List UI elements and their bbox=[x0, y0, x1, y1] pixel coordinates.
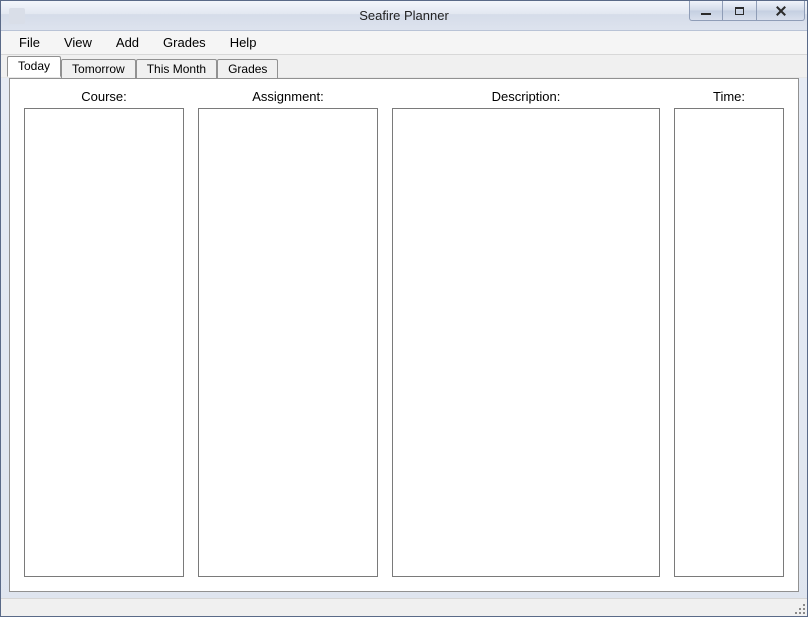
menu-bar: File View Add Grades Help bbox=[1, 31, 807, 55]
resize-grip[interactable] bbox=[793, 602, 805, 614]
minimize-button[interactable] bbox=[689, 1, 723, 21]
column-time: Time: bbox=[674, 89, 784, 577]
menu-grades[interactable]: Grades bbox=[151, 32, 218, 53]
menu-file[interactable]: File bbox=[7, 32, 52, 53]
maximize-icon bbox=[735, 7, 744, 15]
status-bar bbox=[1, 598, 807, 616]
tab-tomorrow[interactable]: Tomorrow bbox=[61, 59, 136, 78]
course-listbox[interactable] bbox=[24, 108, 184, 577]
menu-add[interactable]: Add bbox=[104, 32, 151, 53]
menu-view[interactable]: View bbox=[52, 32, 104, 53]
column-time-label: Time: bbox=[713, 89, 745, 104]
maximize-button[interactable] bbox=[723, 1, 757, 21]
column-course: Course: bbox=[24, 89, 184, 577]
window-title: Seafire Planner bbox=[1, 8, 807, 23]
window-controls bbox=[689, 1, 805, 21]
close-icon bbox=[775, 5, 787, 17]
minimize-icon bbox=[701, 13, 711, 15]
close-button[interactable] bbox=[757, 1, 805, 21]
column-course-label: Course: bbox=[81, 89, 127, 104]
column-description-label: Description: bbox=[492, 89, 561, 104]
app-icon bbox=[9, 8, 25, 24]
tab-grades[interactable]: Grades bbox=[217, 59, 278, 78]
description-listbox[interactable] bbox=[392, 108, 660, 577]
columns-container: Course: Assignment: Description: Time: bbox=[10, 79, 798, 591]
assignment-listbox[interactable] bbox=[198, 108, 378, 577]
tab-list: Today Tomorrow This Month Grades bbox=[1, 57, 807, 77]
time-listbox[interactable] bbox=[674, 108, 784, 577]
column-assignment-label: Assignment: bbox=[252, 89, 324, 104]
tab-strip: Today Tomorrow This Month Grades bbox=[1, 55, 807, 78]
column-description: Description: bbox=[392, 89, 660, 577]
tab-today[interactable]: Today bbox=[7, 56, 61, 77]
tab-this-month[interactable]: This Month bbox=[136, 59, 217, 78]
title-bar: Seafire Planner bbox=[1, 1, 807, 31]
app-window: Seafire Planner File View Add Grades Hel… bbox=[0, 0, 808, 617]
menu-help[interactable]: Help bbox=[218, 32, 269, 53]
column-assignment: Assignment: bbox=[198, 89, 378, 577]
content-panel: Course: Assignment: Description: Time: bbox=[9, 78, 799, 592]
